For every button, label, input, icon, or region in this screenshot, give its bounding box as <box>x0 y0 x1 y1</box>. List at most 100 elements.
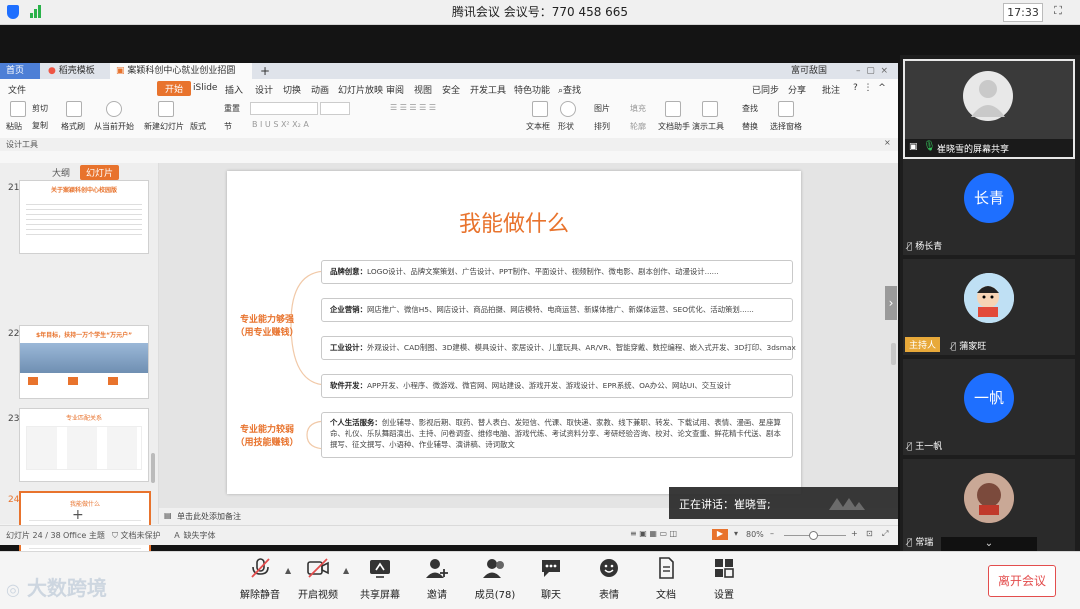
picture-button[interactable]: 图片 <box>594 103 610 114</box>
menu-home[interactable]: 开始 <box>157 81 192 96</box>
textbox-icon[interactable] <box>532 101 548 117</box>
thumbnail-slide-23[interactable]: 专业匹配关系 <box>19 408 149 482</box>
participant-tile[interactable]: 🎙̸ 常瑞 ⌄ <box>903 459 1075 551</box>
slide-canvas[interactable]: 我能做什么 专业能力够强 （用专业赚钱） 专业能力较弱 （用技能赚钱） 品牌创意… <box>227 171 801 494</box>
menu-developer[interactable]: 开发工具 <box>470 83 506 96</box>
watermark-text: 大数跨境 <box>26 576 107 600</box>
missing-font-status[interactable]: Ａ 缺失字体 <box>173 530 216 541</box>
menu-share[interactable]: 分享 <box>788 83 806 96</box>
new-tab-button[interactable]: + <box>254 63 276 79</box>
unmute-button[interactable]: 解除静音 <box>230 557 290 601</box>
zoom-dropdown[interactable]: ▾ <box>734 529 738 538</box>
find-button[interactable]: 查找 <box>742 103 758 114</box>
menu-features[interactable]: 特色功能 <box>514 83 550 96</box>
start-video-button[interactable]: 开启视频 <box>288 557 348 601</box>
tab-outline[interactable]: 大纲 <box>52 166 70 179</box>
participant-tile[interactable]: 主持人 🎙̸ 蒲家旺 <box>903 259 1075 355</box>
chevron-right-icon[interactable]: › <box>885 286 897 320</box>
editor-scrollbar[interactable] <box>891 343 896 365</box>
tab-home[interactable]: 首页 <box>0 63 40 79</box>
view-mode-buttons[interactable]: ≡ ▣ ▦ ▭ ◫ <box>630 529 677 538</box>
menu-review[interactable]: 审阅 <box>386 83 404 96</box>
from-current-button[interactable]: 从当前开始 <box>94 121 134 132</box>
paste-icon[interactable] <box>10 101 26 117</box>
section-button[interactable]: 节 <box>224 121 232 132</box>
format-painter-icon[interactable] <box>66 101 82 117</box>
doc-assistant-button[interactable]: 文档助手 <box>658 121 690 132</box>
font-size-select[interactable] <box>320 102 350 115</box>
documents-button[interactable]: 文档 <box>636 557 696 601</box>
shape-icon[interactable] <box>560 101 576 117</box>
invite-button[interactable]: 邀请 <box>407 557 467 601</box>
thumbnail-scrollbar[interactable] <box>151 453 155 483</box>
add-slide-button[interactable]: + <box>72 507 84 523</box>
present-tools-icon[interactable] <box>702 101 718 117</box>
user-name[interactable]: 富可敌国 <box>785 63 833 79</box>
fullscreen-icon[interactable]: ⤢ <box>882 529 888 539</box>
menu-transition[interactable]: 切换 <box>283 83 301 96</box>
skill-head: 工业设计： <box>330 343 367 352</box>
help-icon[interactable]: ? ⋮ ^ <box>853 83 886 93</box>
new-slide-icon[interactable] <box>158 101 174 117</box>
fill-button[interactable]: 填充 <box>630 103 646 114</box>
leave-meeting-button[interactable]: 离开会议 <box>988 565 1056 597</box>
cut-button[interactable]: 剪切 <box>32 103 48 114</box>
close-icon[interactable]: × <box>884 138 891 147</box>
menu-search[interactable]: ⌕查找 <box>558 83 581 96</box>
menu-security[interactable]: 安全 <box>442 83 460 96</box>
doc-assistant-icon[interactable] <box>665 101 681 117</box>
tab-docer[interactable]: ● 稻壳模板 <box>42 63 101 79</box>
members-button[interactable]: 成员(78) <box>465 557 525 601</box>
zoom-in-button[interactable]: + <box>851 529 858 538</box>
thumbnail-slide-22[interactable]: $年目标，扶持一万个学生“万元户” <box>19 325 149 399</box>
font-style-buttons[interactable]: B I U S X² X₂ A <box>252 120 309 129</box>
chat-button[interactable]: 聊天 <box>521 557 581 601</box>
play-icon[interactable] <box>106 101 122 117</box>
arrange-button[interactable]: 排列 <box>594 121 610 132</box>
copy-button[interactable]: 复制 <box>32 120 48 131</box>
window-controls[interactable]: – ▢ × <box>850 63 894 79</box>
participant-tile[interactable]: 长青 🎙̸ 杨长青 <box>903 159 1075 255</box>
menu-sync[interactable]: 已同步 <box>752 83 779 96</box>
selection-pane-button[interactable]: 选择窗格 <box>770 121 802 132</box>
replace-button[interactable]: 替换 <box>742 121 758 132</box>
tab-slides[interactable]: 幻灯片 <box>80 165 120 180</box>
present-tools-button[interactable]: 演示工具 <box>692 121 724 132</box>
participant-tile[interactable]: 一帆 🎙̸ 王一帆 <box>903 359 1075 455</box>
settings-button[interactable]: 设置 <box>694 557 754 601</box>
textbox-button[interactable]: 文本框 <box>526 121 550 132</box>
tab-pptx[interactable]: ▣ 案颖科创中心就业创业招圆5.6.pptx × <box>110 63 252 92</box>
new-slide-button[interactable]: 新建幻灯片 <box>144 121 184 132</box>
zoom-slider-handle[interactable] <box>809 531 818 540</box>
play-slideshow-button[interactable]: ▶ <box>712 529 728 540</box>
emoji-button[interactable]: 表情 <box>579 557 639 601</box>
chevron-down-icon[interactable]: ⌄ <box>941 537 1037 551</box>
paste-label[interactable]: 粘贴 <box>6 121 22 132</box>
menu-slideshow[interactable]: 幻灯片放映 <box>338 83 383 96</box>
fullscreen-icon[interactable]: ⛶ <box>1052 5 1064 17</box>
font-name-select[interactable] <box>250 102 318 115</box>
paragraph-buttons[interactable]: ☰ ☰ ☰ ☰ ☰ <box>390 103 436 112</box>
menu-file[interactable]: 文件 <box>8 83 26 96</box>
format-painter-label[interactable]: 格式刷 <box>61 121 85 132</box>
share-screen-button[interactable]: 共享屏幕 <box>350 557 410 601</box>
zoom-level[interactable]: 80% <box>746 530 764 539</box>
layout-button[interactable]: 版式 <box>190 121 206 132</box>
menu-insert[interactable]: 插入 <box>225 83 243 96</box>
menu-animation[interactable]: 动画 <box>311 83 329 96</box>
video-options-arrow[interactable]: ▲ <box>343 566 349 575</box>
shape-button[interactable]: 形状 <box>558 121 574 132</box>
thumbnail-slide-21[interactable]: 关于案颖科创中心校园版 <box>19 180 149 254</box>
protect-status[interactable]: ⛉ 文档未保护 <box>112 530 161 541</box>
menu-design[interactable]: 设计 <box>255 83 273 96</box>
outline-button[interactable]: 轮廓 <box>630 121 646 132</box>
reset-button[interactable]: 重置 <box>224 103 240 114</box>
participant-tile[interactable]: ▣ 🎙 崔晓雪的屏幕共享 <box>903 59 1075 159</box>
fit-window-icon[interactable]: ⊡ <box>866 529 873 538</box>
menu-view[interactable]: 视图 <box>414 83 432 96</box>
selection-pane-icon[interactable] <box>778 101 794 117</box>
zoom-out-button[interactable]: – <box>770 529 774 538</box>
menu-islide[interactable]: iSlide <box>193 83 217 93</box>
menu-comment[interactable]: 批注 <box>822 83 840 96</box>
notes-placeholder[interactable]: 单击此处添加备注 <box>177 511 241 522</box>
